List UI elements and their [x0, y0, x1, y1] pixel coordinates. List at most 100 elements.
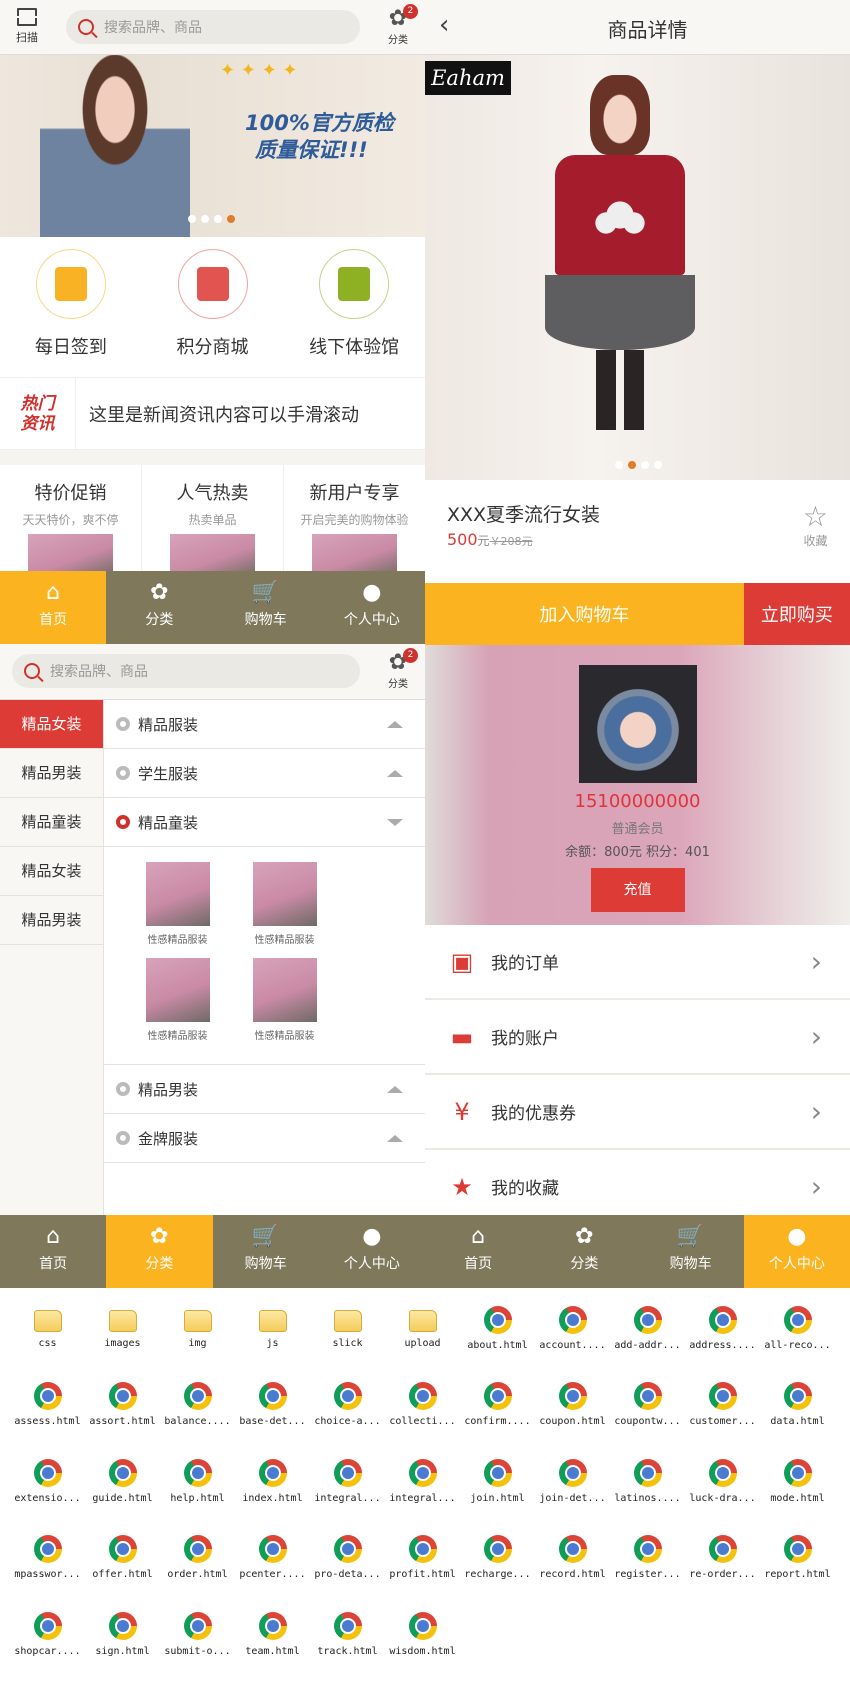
buy-now-button[interactable]: 立即购买 — [743, 583, 850, 645]
file-item[interactable]: css — [10, 1306, 85, 1381]
product-item[interactable]: 性感精品服装 — [231, 958, 338, 1042]
category-button[interactable]: ✿ 2 分类 — [383, 648, 418, 690]
scan-button[interactable]: 扫描 — [12, 8, 42, 45]
category-section[interactable]: 精品童装 — [104, 798, 425, 847]
nav-item-user[interactable]: ● 个人中心 — [319, 571, 425, 644]
nav-item-category[interactable]: ✿ 分类 — [106, 1215, 213, 1288]
file-item[interactable]: js — [235, 1306, 310, 1381]
file-item[interactable]: upload — [385, 1306, 460, 1381]
quick-action-2[interactable]: 线下体验馆 — [283, 237, 425, 377]
promo-card[interactable]: 特价促销 天天特价，爽不停 — [0, 465, 142, 571]
profile-menu-item[interactable]: ▬ 我的账户 › — [425, 1000, 850, 1075]
nav-item-home[interactable]: ⌂ 首页 — [0, 1215, 106, 1288]
promo-card[interactable]: 新用户专享 开启完美的购物体验 — [284, 465, 425, 571]
nav-item-user[interactable]: ● 个人中心 — [743, 1215, 850, 1288]
category-section[interactable]: 精品男装 — [104, 1065, 425, 1114]
file-item[interactable]: coupontw... — [610, 1382, 685, 1457]
product-gallery[interactable]: Eaham — [425, 55, 850, 480]
file-item[interactable]: data.html — [760, 1382, 835, 1457]
file-item[interactable]: add-addr... — [610, 1306, 685, 1381]
category-section[interactable]: 精品服装 — [104, 700, 425, 749]
product-item[interactable]: 性感精品服装 — [231, 862, 338, 946]
file-item[interactable]: shopcar.... — [10, 1611, 85, 1687]
file-item[interactable]: img — [160, 1306, 235, 1381]
favorite-button[interactable]: ☆ 收藏 — [803, 502, 828, 549]
nav-item-category[interactable]: ✿ 分类 — [106, 571, 212, 644]
file-item[interactable]: guide.html — [85, 1458, 160, 1534]
file-item[interactable]: pro-deta... — [310, 1535, 385, 1610]
file-item[interactable]: balance.... — [160, 1382, 235, 1457]
slide-dot[interactable] — [641, 461, 649, 469]
file-item[interactable]: mode.html — [760, 1458, 835, 1534]
category-sidebar-item[interactable]: 精品女装 — [0, 847, 103, 896]
quick-action-0[interactable]: 每日签到 — [0, 237, 142, 377]
file-item[interactable]: pcenter.... — [235, 1535, 310, 1610]
profile-menu-item[interactable]: ★ 我的收藏 › — [425, 1150, 850, 1215]
banner-dots[interactable] — [188, 215, 235, 223]
slide-dot[interactable] — [227, 215, 235, 223]
nav-item-home[interactable]: ⌂ 首页 — [0, 571, 107, 644]
category-sidebar-item[interactable]: 精品女装 — [0, 700, 103, 749]
file-item[interactable]: offer.html — [85, 1535, 160, 1610]
promo-card[interactable]: 人气热卖 热卖单品 — [142, 465, 284, 571]
category-search-input[interactable]: 搜索品牌、商品 — [12, 654, 360, 688]
file-item[interactable]: submit-o... — [160, 1611, 235, 1687]
file-item[interactable]: customer... — [685, 1382, 760, 1457]
nav-item-home[interactable]: ⌂ 首页 — [425, 1215, 531, 1288]
file-item[interactable]: order.html — [160, 1535, 235, 1610]
file-item[interactable]: address.... — [685, 1306, 760, 1381]
category-button[interactable]: ✿ 2 分类 — [383, 4, 418, 46]
file-item[interactable]: re-order... — [685, 1535, 760, 1610]
file-item[interactable]: latinos.... — [610, 1458, 685, 1534]
recharge-button[interactable]: 充值 — [590, 868, 685, 912]
nav-item-category[interactable]: ✿ 分类 — [531, 1215, 637, 1288]
file-item[interactable]: images — [85, 1306, 160, 1381]
add-to-cart-button[interactable]: 加入购物车 — [425, 583, 744, 645]
slide-dot[interactable] — [214, 215, 222, 223]
nav-item-user[interactable]: ● 个人中心 — [319, 1215, 425, 1288]
home-banner[interactable]: ✦ ✦ ✦ ✦ 100%官方质检 质量保证!!! — [0, 55, 425, 237]
file-item[interactable]: help.html — [160, 1458, 235, 1534]
nav-item-cart[interactable]: 🛒 购物车 — [638, 1215, 744, 1288]
avatar[interactable] — [578, 665, 697, 783]
file-item[interactable]: extensio... — [10, 1458, 85, 1534]
file-item[interactable]: mpasswor... — [10, 1535, 85, 1610]
gallery-dots[interactable] — [615, 461, 662, 469]
file-item[interactable]: sign.html — [85, 1611, 160, 1687]
file-item[interactable]: choice-a... — [310, 1382, 385, 1457]
file-item[interactable]: confirm.... — [460, 1382, 535, 1457]
file-item[interactable]: base-det... — [235, 1382, 310, 1457]
nav-item-cart[interactable]: 🛒 购物车 — [213, 1215, 319, 1288]
file-item[interactable]: luck-dra... — [685, 1458, 760, 1534]
slide-dot[interactable] — [188, 215, 196, 223]
file-item[interactable]: profit.html — [385, 1535, 460, 1610]
file-item[interactable]: track.html — [310, 1611, 385, 1687]
file-item[interactable]: integral... — [310, 1458, 385, 1534]
quick-action-1[interactable]: 积分商城 — [142, 237, 284, 377]
file-item[interactable]: coupon.html — [535, 1382, 610, 1457]
news-ticker[interactable]: 热门 资讯 这里是新闻资讯内容可以手滑滚动 — [0, 377, 425, 450]
search-input[interactable]: 搜索品牌、商品 — [66, 10, 360, 44]
file-item[interactable]: wisdom.html — [385, 1611, 460, 1687]
file-item[interactable]: integral... — [385, 1458, 460, 1534]
profile-menu-item[interactable]: ¥ 我的优惠券 › — [425, 1075, 850, 1150]
slide-dot[interactable] — [615, 461, 623, 469]
file-item[interactable]: join-det... — [535, 1458, 610, 1534]
file-item[interactable]: report.html — [760, 1535, 835, 1610]
category-sidebar-item[interactable]: 精品男装 — [0, 749, 103, 798]
file-item[interactable]: about.html — [460, 1306, 535, 1381]
product-item[interactable]: 性感精品服装 — [124, 958, 231, 1042]
nav-item-cart[interactable]: 🛒 购物车 — [213, 571, 319, 644]
file-item[interactable]: assess.html — [10, 1382, 85, 1457]
file-item[interactable]: join.html — [460, 1458, 535, 1534]
file-item[interactable]: all-reco... — [760, 1306, 835, 1381]
file-item[interactable]: collecti... — [385, 1382, 460, 1457]
file-item[interactable]: index.html — [235, 1458, 310, 1534]
file-item[interactable]: team.html — [235, 1611, 310, 1687]
category-sidebar-item[interactable]: 精品男装 — [0, 896, 103, 945]
file-item[interactable]: recharge... — [460, 1535, 535, 1610]
profile-menu-item[interactable]: ▣ 我的订单 › — [425, 925, 850, 1000]
file-item[interactable]: slick — [310, 1306, 385, 1381]
slide-dot[interactable] — [628, 461, 636, 469]
product-item[interactable]: 性感精品服装 — [124, 862, 231, 946]
